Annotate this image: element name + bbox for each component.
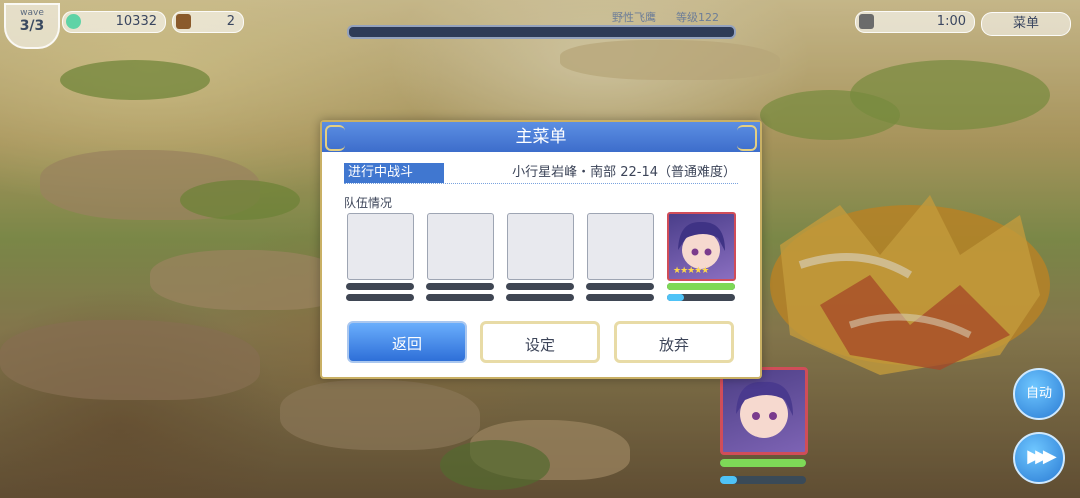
- speed-button[interactable]: ▶▶▶: [1013, 432, 1065, 484]
- unit-tp-bar: [720, 476, 806, 484]
- wave-value: 3/3: [19, 18, 45, 34]
- slot-4-tp-bar: [586, 294, 654, 301]
- currency-counter: 10332: [62, 11, 166, 33]
- team-slot-1-empty: [347, 213, 414, 280]
- dialog-title: 主菜单: [322, 122, 760, 152]
- team-label: 队伍情况: [344, 196, 393, 210]
- slot-1-hp-bar: [346, 283, 414, 290]
- slot-4-hp-bar: [586, 283, 654, 290]
- slot-2-tp-bar: [426, 294, 494, 301]
- give-up-button[interactable]: 放弃: [614, 321, 734, 363]
- boss-hp-bar: [347, 25, 736, 39]
- treasure-chest-icon: [176, 14, 191, 29]
- battle-tag: 进行中战斗: [344, 163, 444, 183]
- auto-button[interactable]: 自动: [1013, 368, 1065, 420]
- slot-3-hp-bar: [506, 283, 574, 290]
- slot-5-hp-bar: [667, 283, 735, 290]
- team-slot-3-empty: [507, 213, 574, 280]
- boss-monster: [770, 195, 1050, 375]
- timer-display: 1:00: [855, 11, 975, 33]
- boss-level: 等级122: [676, 11, 719, 24]
- star-rating: ★★★★★: [673, 266, 709, 276]
- slot-3-tp-bar: [506, 294, 574, 301]
- main-menu-dialog: 主菜单 进行中战斗 小行星岩峰・南部 22-14（普通难度） 队伍情况 ★★★★…: [320, 120, 762, 379]
- gem-icon: [66, 14, 81, 29]
- slot-1-tp-bar: [346, 294, 414, 301]
- currency-value: 10332: [115, 14, 157, 29]
- timer-value: 1:00: [936, 14, 966, 29]
- unit-portrait-card[interactable]: [720, 367, 808, 455]
- boss-name: 野性飞鹰: [612, 11, 656, 24]
- team-slot-2-empty: [427, 213, 494, 280]
- settings-button[interactable]: 设定: [480, 321, 600, 363]
- back-button[interactable]: 返回: [347, 321, 467, 363]
- team-slot-5-character: ★★★★★: [667, 212, 736, 281]
- chest-counter: 2: [172, 11, 244, 33]
- slot-2-hp-bar: [426, 283, 494, 290]
- scroll-icon: [859, 14, 874, 29]
- wave-label: wave: [20, 8, 44, 18]
- slot-5-tp-bar: [667, 294, 735, 301]
- divider: [344, 183, 738, 184]
- chest-value: 2: [226, 14, 235, 29]
- unit-portrait: [736, 381, 793, 438]
- team-slot-4-empty: [587, 213, 654, 280]
- battle-name: 小行星岩峰・南部 22-14（普通难度）: [512, 165, 736, 180]
- unit-hp-bar: [720, 459, 806, 467]
- wave-indicator: wave 3/3: [4, 3, 60, 49]
- menu-button[interactable]: 菜单: [981, 12, 1071, 36]
